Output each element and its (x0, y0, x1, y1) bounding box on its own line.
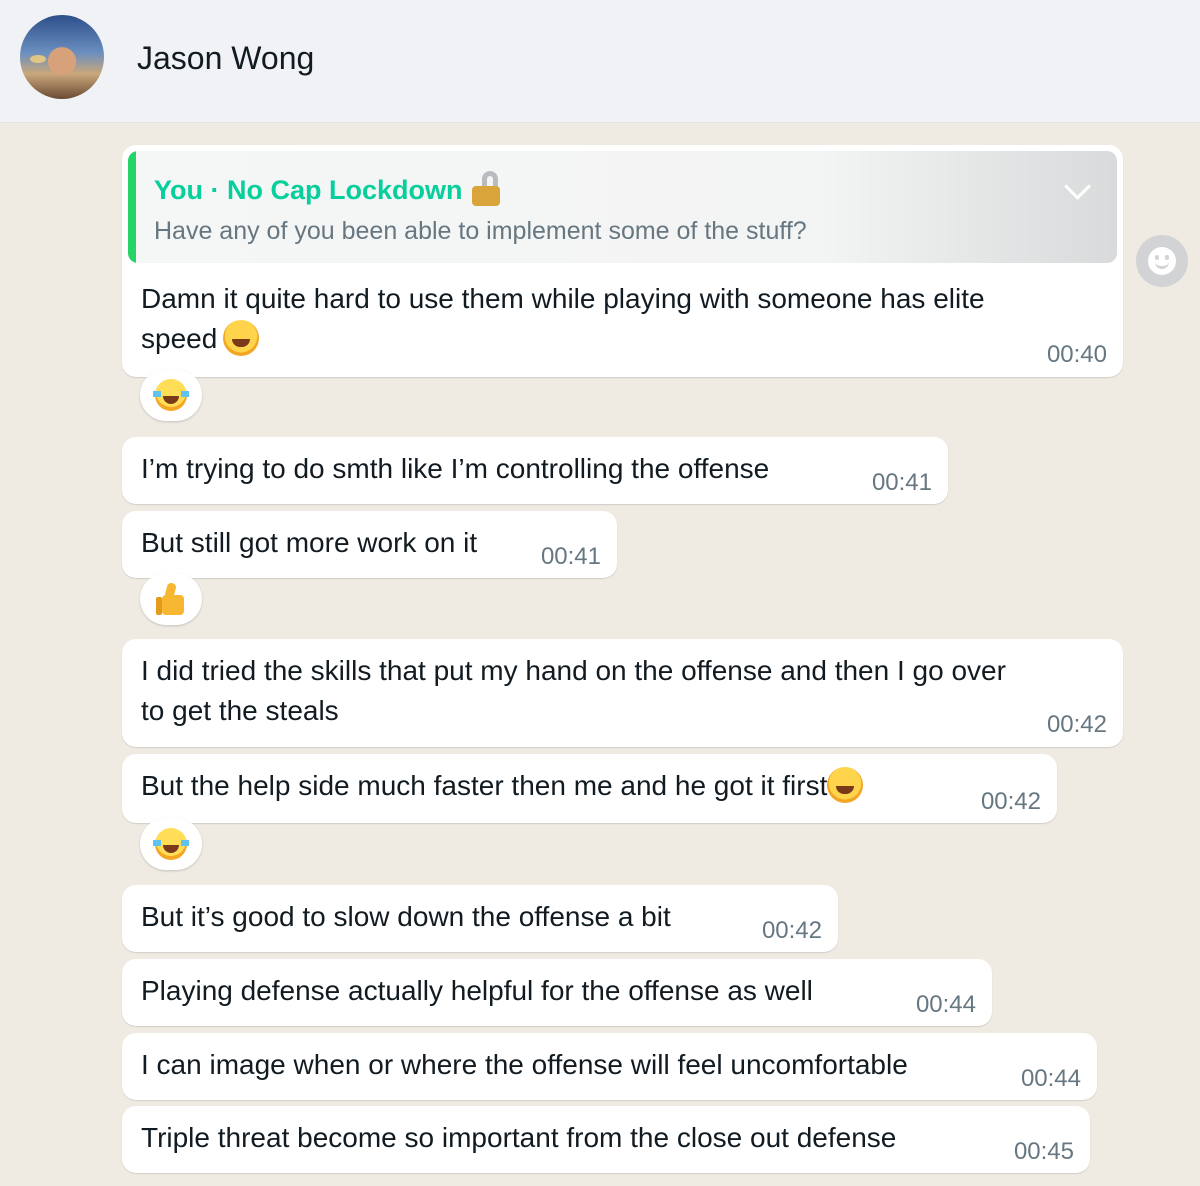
message-text-line: Damn it quite hard to use them while pla… (141, 283, 985, 314)
message-text-line: I did tried the skills that put my hand … (141, 655, 1006, 686)
add-reaction-button[interactable] (1136, 235, 1188, 287)
chat-header: Jason Wong (0, 0, 1200, 123)
message-text: Playing defense actually helpful for the… (141, 975, 813, 1006)
message-text: I can image when or where the offense wi… (141, 1049, 908, 1080)
message-bubble[interactable]: I’m trying to do smth like I’m controlli… (122, 437, 948, 504)
message-text-fragment: speed (141, 323, 218, 354)
quote-text: Have any of you been able to implement s… (154, 217, 807, 245)
message-bubble[interactable]: But the help side much faster then me an… (122, 754, 1057, 823)
avatar-photo-detail (30, 55, 46, 63)
quote-author-label: You · No Cap Lockdown (154, 175, 463, 205)
message-bubble[interactable]: But it’s good to slow down the offense a… (122, 885, 838, 952)
thumbs-up-emoji-icon (156, 582, 186, 615)
message-time: 00:41 (540, 543, 601, 570)
message-text: But it’s good to slow down the offense a… (141, 901, 671, 932)
message-text: But the help side much faster then me an… (141, 766, 864, 806)
reply-quote[interactable]: You · No Cap Lockdown Have any of you be… (128, 151, 1117, 263)
reaction-badge[interactable] (140, 573, 202, 625)
message-time: 00:42 (761, 917, 822, 944)
message-text: But still got more work on it (141, 527, 478, 558)
reaction-badge[interactable] (140, 818, 202, 870)
joy-emoji-icon (153, 379, 189, 411)
message-text-line: to get the steals (141, 695, 339, 726)
quote-accent-bar (128, 151, 136, 263)
message-bubble[interactable]: I can image when or where the offense wi… (122, 1033, 1097, 1100)
message-time: 00:44 (915, 991, 976, 1018)
message-bubble[interactable]: But still got more work on it 00:41 (122, 511, 617, 578)
message-bubble[interactable]: I did tried the skills that put my hand … (122, 639, 1123, 747)
message-text: Triple threat become so important from t… (141, 1122, 897, 1153)
chevron-down-icon[interactable] (1064, 173, 1091, 200)
quote-author: You · No Cap Lockdown (154, 171, 502, 206)
message-time: 00:44 (1020, 1065, 1081, 1092)
message-bubble[interactable]: Playing defense actually helpful for the… (122, 959, 992, 1026)
message-time: 00:41 (871, 469, 932, 496)
message-bubble[interactable]: You · No Cap Lockdown Have any of you be… (122, 145, 1123, 377)
message-bubble[interactable]: Triple threat become so important from t… (122, 1106, 1090, 1173)
reaction-badge[interactable] (140, 369, 202, 421)
message-time: 00:45 (1013, 1138, 1074, 1165)
message-time: 00:42 (980, 788, 1041, 815)
contact-avatar[interactable] (20, 15, 104, 99)
message-time: 00:40 (1046, 341, 1107, 368)
rofl-emoji-icon (223, 320, 260, 356)
joy-emoji-icon (153, 828, 189, 860)
message-text: I’m trying to do smth like I’m controlli… (141, 453, 770, 484)
message-list: You · No Cap Lockdown Have any of you be… (0, 123, 1200, 1186)
contact-name[interactable]: Jason Wong (137, 40, 314, 77)
message-time: 00:42 (1046, 711, 1107, 738)
lock-key-icon (472, 171, 502, 206)
message-text-line: speed (141, 319, 260, 359)
message-text-fragment: But the help side much faster then me an… (141, 770, 828, 801)
smiley-icon (1148, 247, 1176, 275)
rofl-emoji-icon (827, 767, 864, 803)
